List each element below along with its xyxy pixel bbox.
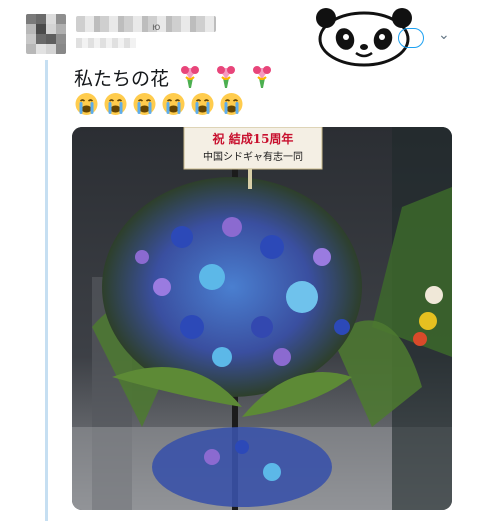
crying-face-icon bbox=[220, 93, 243, 115]
chevron-down-icon[interactable]: ⌄ bbox=[438, 27, 450, 43]
bouquet-icon bbox=[217, 66, 236, 88]
sign-line-2: 中国シドギャ有志一同 bbox=[203, 150, 303, 163]
username-blurred[interactable] bbox=[76, 38, 136, 48]
sign-line-1: 祝 結成15周年 bbox=[213, 131, 294, 146]
handle-fragment: ю bbox=[152, 22, 161, 33]
avatar[interactable] bbox=[26, 14, 66, 54]
bouquet-icon bbox=[181, 66, 200, 88]
crying-face-icon bbox=[162, 93, 185, 115]
flower-stand-image: 祝 結成15周年 中国シドギャ有志一同 bbox=[72, 127, 452, 510]
crying-face-icon bbox=[133, 93, 156, 115]
tweet-text: 私たちの花 bbox=[74, 64, 275, 91]
crying-face-icon bbox=[191, 93, 214, 115]
thread-line bbox=[45, 60, 48, 521]
crying-face-icon bbox=[75, 93, 98, 115]
bouquet-icon bbox=[253, 66, 272, 88]
follow-button[interactable] bbox=[398, 28, 424, 48]
crying-face-icon bbox=[104, 93, 127, 115]
tweet-text-body: 私たちの花 bbox=[74, 68, 170, 90]
crying-emoji-row bbox=[74, 92, 244, 116]
tweet-photo[interactable]: 祝 結成15周年 中国シドギャ有志一同 bbox=[72, 127, 452, 510]
display-name-blurred[interactable] bbox=[76, 16, 216, 32]
tweet-card: ю ⌄ 私たちの花 祝 結成15周年 中国シドギャ有志一同 bbox=[0, 0, 480, 521]
